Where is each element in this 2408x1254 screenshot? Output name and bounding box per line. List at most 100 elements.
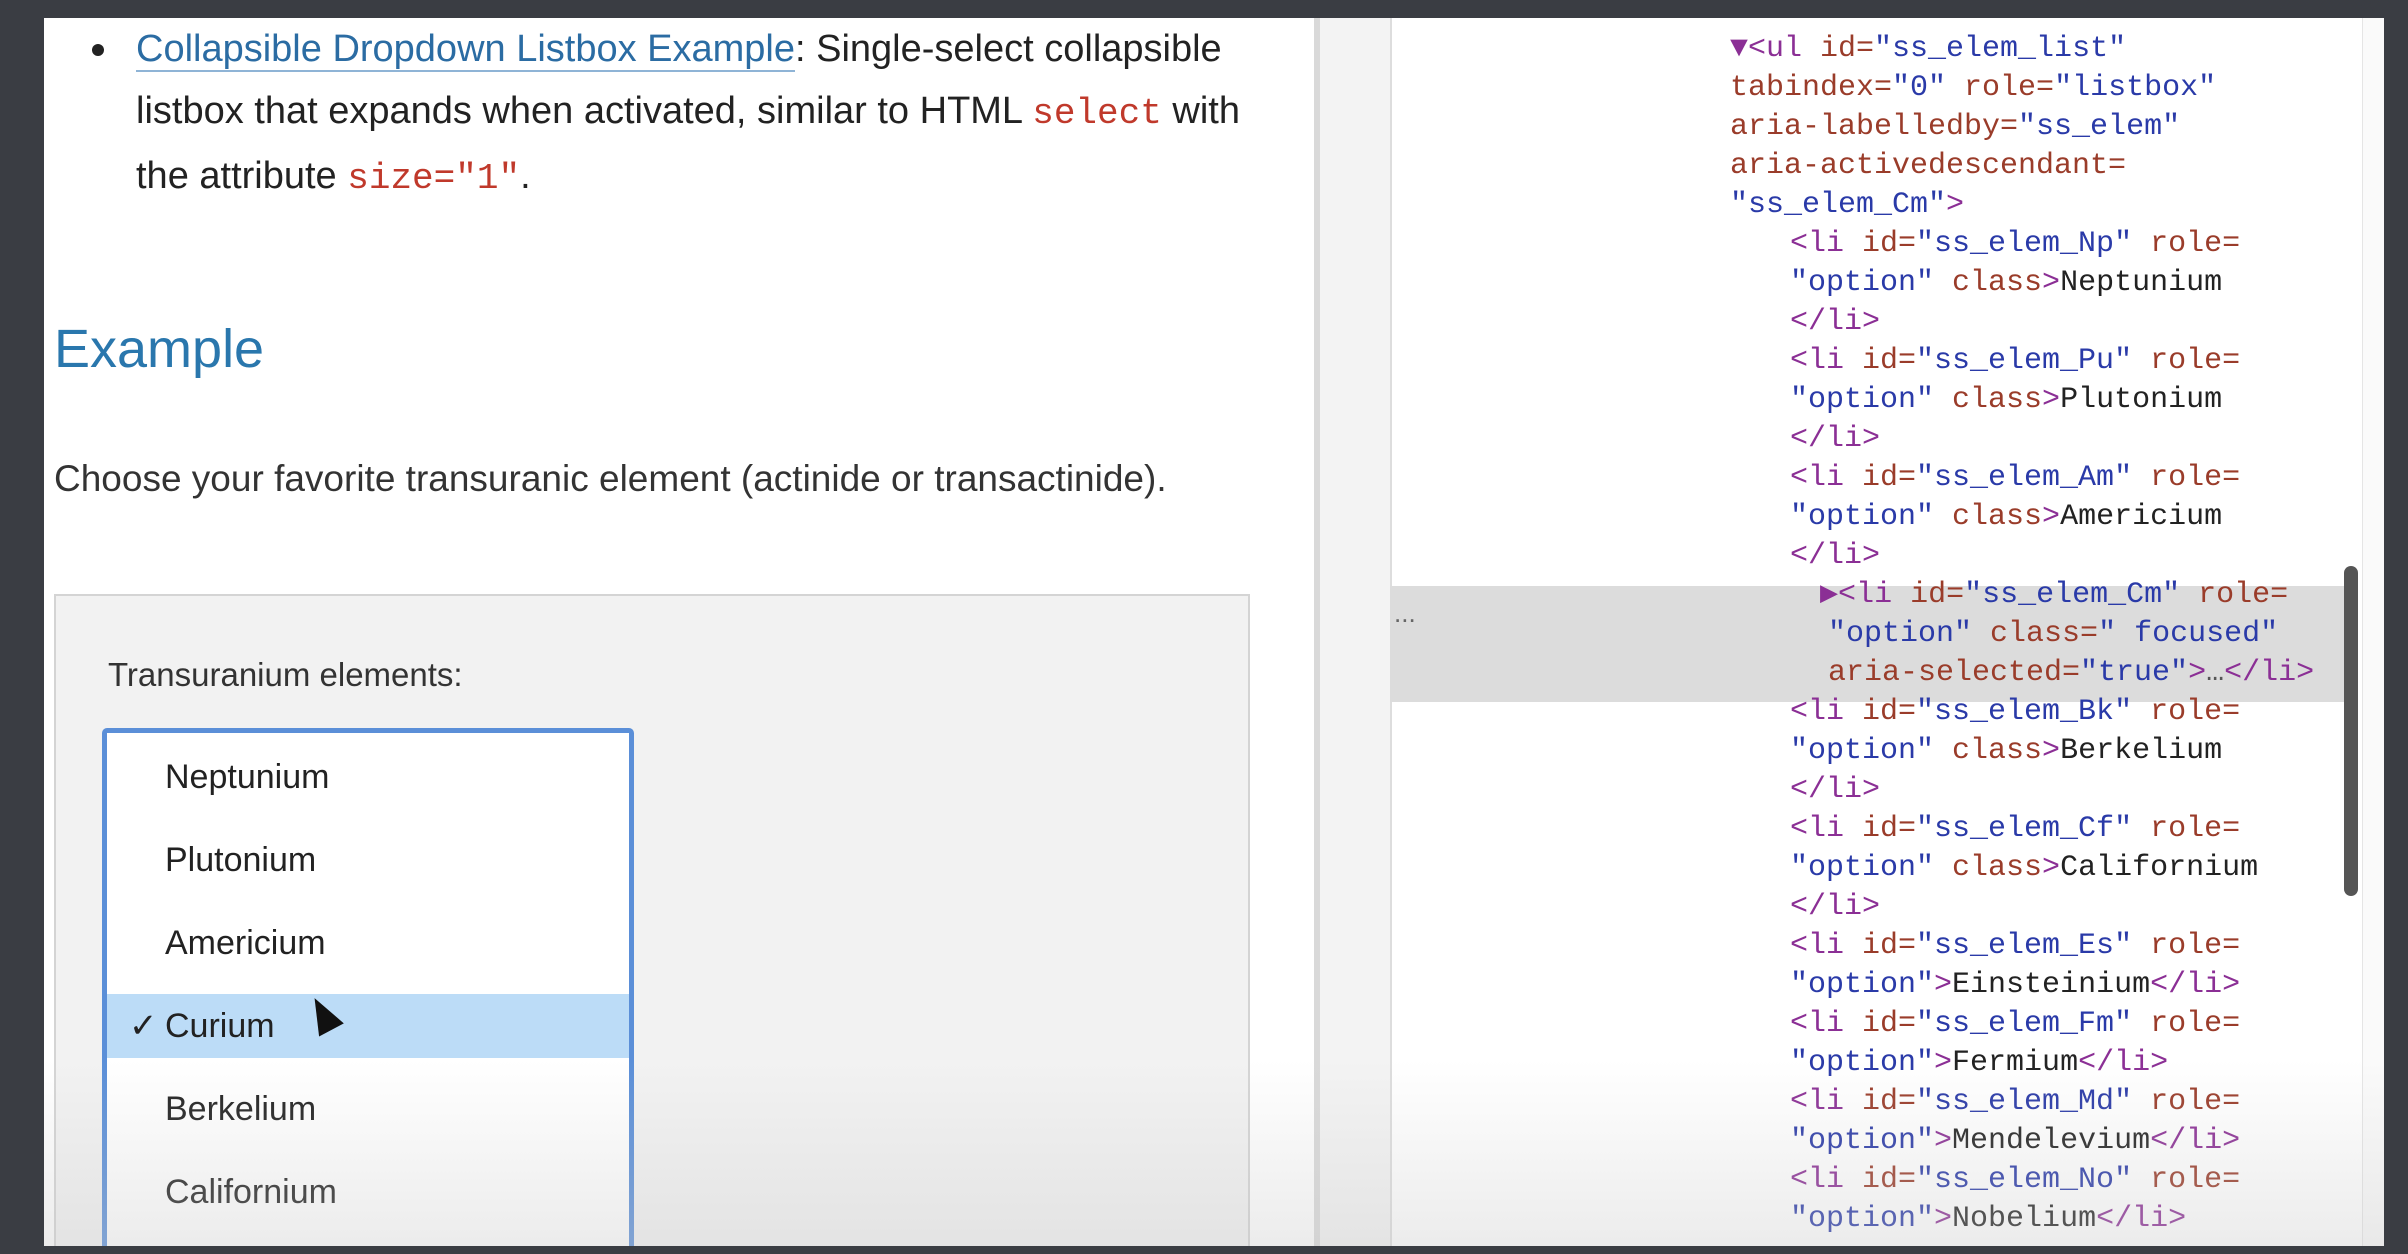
code-select: select [1032, 93, 1162, 134]
dom-tree-line[interactable]: ▶<li id="ss_elem_Cm" role= [1820, 576, 2288, 615]
dom-tree-line[interactable]: <li id="ss_elem_Am" role= [1790, 459, 2240, 498]
dom-tree-line[interactable]: "option">Mendelevium</li> [1790, 1122, 2240, 1161]
dom-token-attr: role= [2150, 461, 2241, 495]
dom-token-txtc: Fermium [1952, 1046, 2079, 1080]
collapsible-dropdown-link[interactable]: Collapsible Dropdown Listbox Example [136, 28, 796, 72]
listbox-option-label: Americium [165, 924, 326, 962]
dom-token-attr: id= [1862, 812, 1917, 846]
dom-token-tag: <li [1790, 1163, 1863, 1197]
dom-token-attr: id= [1910, 578, 1965, 612]
dom-token-val: "option" [1828, 617, 1991, 651]
dom-token-val: "ss_elem_Cm" [1964, 578, 2199, 612]
code-size-attribute: size="1" [347, 158, 521, 199]
dom-tree-line[interactable]: "ss_elem_Cm"> [1730, 186, 1964, 225]
dom-tree-line[interactable]: </li> [1790, 888, 1880, 927]
example-description: Choose your favorite transuranic element… [54, 458, 1167, 499]
listbox-option-curium[interactable]: ✓ Curium [107, 994, 629, 1058]
node-options-ellipsis[interactable]: ... [1394, 598, 1416, 629]
dom-token-attr: id= [1820, 32, 1875, 66]
dom-tree-line[interactable]: aria-selected="true">…</li> [1828, 654, 2314, 693]
dom-tree-line[interactable]: "option">Einsteinium</li> [1790, 966, 2240, 1005]
dom-token-tag: <li [1790, 227, 1863, 261]
listbox-option-berkelium[interactable]: Berkelium [107, 1077, 629, 1141]
listbox-option-plutonium[interactable]: Plutonium [107, 828, 629, 892]
listbox-option-label: Berkelium [165, 1090, 317, 1128]
dom-tree-line[interactable]: <li id="ss_elem_Bk" role= [1790, 693, 2240, 732]
dom-token-attr: id= [1862, 461, 1917, 495]
dom-token-tag: > [2042, 851, 2061, 885]
dom-token-val: "ss_elem_Np" [1916, 227, 2151, 261]
listbox-label: Transuranium elements: [108, 656, 463, 693]
dom-token-txtc: Mendelevium [1952, 1124, 2151, 1158]
dom-token-attr: class [1952, 851, 2043, 885]
dom-token-txtc: Nobelium [1952, 1202, 2097, 1236]
dom-token-tag: </li> [2224, 656, 2315, 690]
dom-tree-line[interactable]: </li> [1790, 303, 1880, 342]
listbox-option-neptunium[interactable]: Neptunium [107, 745, 629, 809]
dom-tree-line[interactable]: ▼<ul id="ss_elem_list" [1730, 30, 2126, 69]
dom-token-val: "ss_elem_Fm" [1916, 1007, 2151, 1041]
dom-tree-line[interactable]: aria-activedescendant= [1730, 147, 2126, 186]
devtools-elements-panel: ... ▼<ul id="ss_elem_list" tabindex="0" r… [1320, 18, 2384, 1246]
dom-token-tag: > [1946, 188, 1965, 222]
dom-tree-line[interactable]: tabindex="0" role="listbox" [1730, 69, 2216, 108]
dom-tree-line[interactable]: </li> [1790, 771, 1880, 810]
dom-token-tag: </li> [2150, 1124, 2241, 1158]
dom-token-val: "ss_elem_Bk" [1916, 695, 2151, 729]
dom-token-attr: role= [2150, 1085, 2241, 1119]
dom-token-tag: > [1934, 968, 1953, 1002]
dom-tree-line[interactable]: "option">Fermium</li> [1790, 1044, 2168, 1083]
dom-tree-line[interactable]: <li id="ss_elem_No" role= [1790, 1161, 2240, 1200]
dom-token-tag: </li> [1790, 773, 1881, 807]
dom-token-val: "option" [1790, 968, 1935, 1002]
dom-token-val: "option" [1790, 500, 1953, 534]
listbox-option-californium[interactable]: Californium [107, 1160, 629, 1224]
dom-tree-line[interactable]: </li> [1790, 420, 1880, 459]
dom-token-tag: </li> [1790, 305, 1881, 339]
dom-token-attr: id= [1862, 1085, 1917, 1119]
devtools-scrollbar[interactable] [2344, 566, 2358, 896]
dom-token-val: " focused" [2098, 617, 2279, 651]
dom-token-tag: <li [1790, 461, 1863, 495]
dom-token-val: "option" [1790, 851, 1953, 885]
dom-token-attr: role= [2150, 812, 2241, 846]
dom-token-val: "option" [1790, 1046, 1935, 1080]
dom-tree-line[interactable]: "option" class=" focused" [1828, 615, 2278, 654]
dom-token-val: "ss_elem_Md" [1916, 1085, 2151, 1119]
dom-tree-line[interactable]: aria-labelledby="ss_elem" [1730, 108, 2180, 147]
listbox-option-americium[interactable]: Americium [107, 911, 629, 975]
dom-token-attr: role= [2150, 1163, 2241, 1197]
dom-token-attr: class [1952, 500, 2043, 534]
dom-tree-line[interactable]: <li id="ss_elem_Cf" role= [1790, 810, 2240, 849]
bullet-text-part: . [520, 155, 531, 197]
dom-token-txtc: Berkelium [2060, 734, 2223, 768]
dom-tree-line[interactable]: <li id="ss_elem_Fm" role= [1790, 1005, 2240, 1044]
dom-tree-line[interactable]: "option" class>Neptunium [1790, 264, 2222, 303]
dom-token-tag: ▶<li [1820, 578, 1911, 612]
dom-token-attr: id= [1862, 344, 1917, 378]
dom-token-val: "option" [1790, 383, 1953, 417]
dom-tree-line[interactable]: <li id="ss_elem_Pu" role= [1790, 342, 2240, 381]
dom-tree-line[interactable]: "option" class>Plutonium [1790, 381, 2222, 420]
dom-tree-line[interactable]: <li id="ss_elem_Es" role= [1790, 927, 2240, 966]
transuranium-listbox[interactable]: Neptunium Plutonium Americium ✓ Curium Berkel… [102, 728, 634, 1246]
dom-tree-line[interactable]: <li id="ss_elem_Md" role= [1790, 1083, 2240, 1122]
dom-token-val: "option" [1790, 734, 1953, 768]
dom-tree-line[interactable]: "option">Nobelium</li> [1790, 1200, 2186, 1239]
dom-tree-line[interactable]: "option" class>Californium [1790, 849, 2258, 888]
dom-token-attr: role= [2150, 695, 2241, 729]
dom-token-attr: role= [2150, 929, 2241, 963]
example-heading: Example [54, 319, 265, 379]
dom-tree-line[interactable]: "option" class>Berkelium [1790, 732, 2222, 771]
dom-token-val: "ss_elem_list" [1874, 32, 2127, 66]
dom-token-tag: > [2042, 734, 2061, 768]
dom-token-attr: id= [1862, 695, 1917, 729]
dom-token-val: "ss_elem_Cf" [1916, 812, 2151, 846]
dom-token-tag: </li> [1790, 890, 1881, 924]
dom-tree-line[interactable]: "option" class>Americium [1790, 498, 2222, 537]
dom-token-val: "ss_elem" [2018, 110, 2181, 144]
dom-token-tag: </li> [1790, 422, 1881, 456]
dom-token-attr: aria-selected= [1828, 656, 2081, 690]
dom-tree-line[interactable]: </li> [1790, 537, 1880, 576]
dom-tree-line[interactable]: <li id="ss_elem_Np" role= [1790, 225, 2240, 264]
